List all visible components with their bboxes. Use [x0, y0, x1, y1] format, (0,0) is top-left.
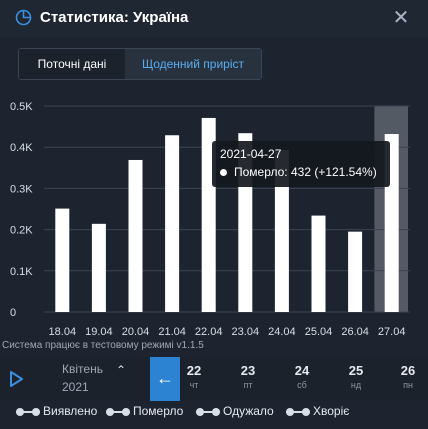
timeline-bar: Квітень ⌃ 2021 ← 22 чт 23 пт 24 сб 25 нд… — [0, 357, 428, 401]
daily-increase-chart: 0 0.1K 0.2K 0.3K 0.4K 0.5K 18.04 19.04 20.04 21.0… — [10, 101, 410, 338]
day-item[interactable]: 23 пт — [228, 363, 268, 390]
day-weekday: чт — [189, 380, 199, 390]
x-tick-label: 21.04 — [158, 326, 186, 338]
tooltip-series-dot — [220, 169, 227, 176]
close-button[interactable]: ✕ — [389, 6, 413, 30]
legend-item-active[interactable]: Хворіє — [286, 404, 349, 418]
tooltip-value: Померло: 432 (+121.54%) — [234, 165, 377, 179]
bar — [55, 208, 70, 312]
day-item[interactable]: 22 чт — [174, 363, 214, 390]
legend-item-recovered[interactable]: Одужало — [196, 404, 274, 418]
day-item[interactable]: 24 сб — [282, 363, 322, 390]
legend-label: Одужало — [223, 404, 274, 418]
y-tick-label: 0.3K — [10, 183, 33, 195]
x-tick-label: 24.04 — [268, 326, 296, 338]
day-number: 22 — [186, 363, 202, 378]
chart-pie-icon — [15, 9, 32, 26]
close-icon: ✕ — [392, 7, 410, 29]
x-tick-label: 18.04 — [49, 326, 77, 338]
day-number: 23 — [240, 363, 256, 378]
legend-label: Виявлено — [43, 404, 98, 418]
bar — [128, 159, 143, 312]
tooltip-date: 2021-04-27 — [220, 147, 282, 161]
y-tick-label: 0 — [10, 307, 16, 319]
version-notice: Система працює в тестовому режимі v1.1.5 — [2, 340, 204, 351]
x-tick-label: 19.04 — [85, 326, 113, 338]
tab-current-data[interactable]: Поточні дані — [19, 49, 125, 79]
legend-item-detected[interactable]: Виявлено — [16, 404, 97, 418]
x-tick-label: 27.04 — [378, 326, 406, 338]
legend-label: Померло — [133, 404, 184, 418]
day-number: 25 — [348, 363, 364, 378]
arrow-left-icon: ← — [156, 368, 174, 388]
x-tick-label: 20.04 — [122, 326, 150, 338]
x-tick-label: 22.04 — [195, 326, 223, 338]
bar — [348, 231, 363, 312]
year-label: 2021 — [62, 380, 89, 394]
legend-marker-icon — [196, 407, 220, 416]
legend-marker-icon — [286, 407, 310, 416]
day-item[interactable]: 25 нд — [336, 363, 376, 390]
day-item[interactable]: 26 пн — [388, 363, 428, 390]
bar — [165, 135, 180, 312]
day-weekday: нд — [350, 380, 362, 390]
header-bar: Статистика: Україна ✕ — [0, 0, 428, 37]
y-tick-label: 0.2K — [10, 225, 33, 237]
chart-legend: Виявлено Померло Одужало Хворіє — [0, 402, 428, 420]
bar — [91, 223, 106, 312]
play-icon — [10, 371, 23, 387]
month-selector[interactable]: Квітень ⌃ 2021 — [62, 362, 142, 398]
bar — [311, 215, 326, 312]
legend-label: Хворіє — [313, 404, 350, 418]
legend-marker-icon — [16, 407, 40, 416]
view-tabs: Поточні дані Щоденний приріст — [18, 48, 262, 80]
y-tick-label: 0.1K — [10, 266, 33, 278]
x-tick-label: 23.04 — [232, 326, 260, 338]
y-tick-label: 0.4K — [10, 142, 33, 154]
day-weekday: пт — [243, 380, 253, 390]
tab-daily-increase[interactable]: Щоденний приріст — [125, 49, 261, 79]
month-label: Квітень — [62, 362, 103, 376]
day-weekday: сб — [297, 380, 307, 390]
chevron-up-icon: ⌃ — [116, 363, 127, 377]
day-number: 24 — [294, 363, 310, 378]
legend-item-deaths[interactable]: Померло — [106, 404, 183, 418]
play-button[interactable] — [0, 357, 32, 401]
x-tick-label: 26.04 — [341, 326, 369, 338]
day-weekday: пн — [403, 380, 413, 390]
page-title: Статистика: Україна — [40, 9, 189, 26]
y-tick-label: 0.5K — [10, 101, 33, 113]
x-tick-label: 25.04 — [305, 326, 333, 338]
chart-tooltip: 2021-04-27 Померло: 432 (+121.54%) — [212, 141, 390, 187]
day-number: 26 — [400, 363, 416, 378]
legend-marker-icon — [106, 407, 130, 416]
